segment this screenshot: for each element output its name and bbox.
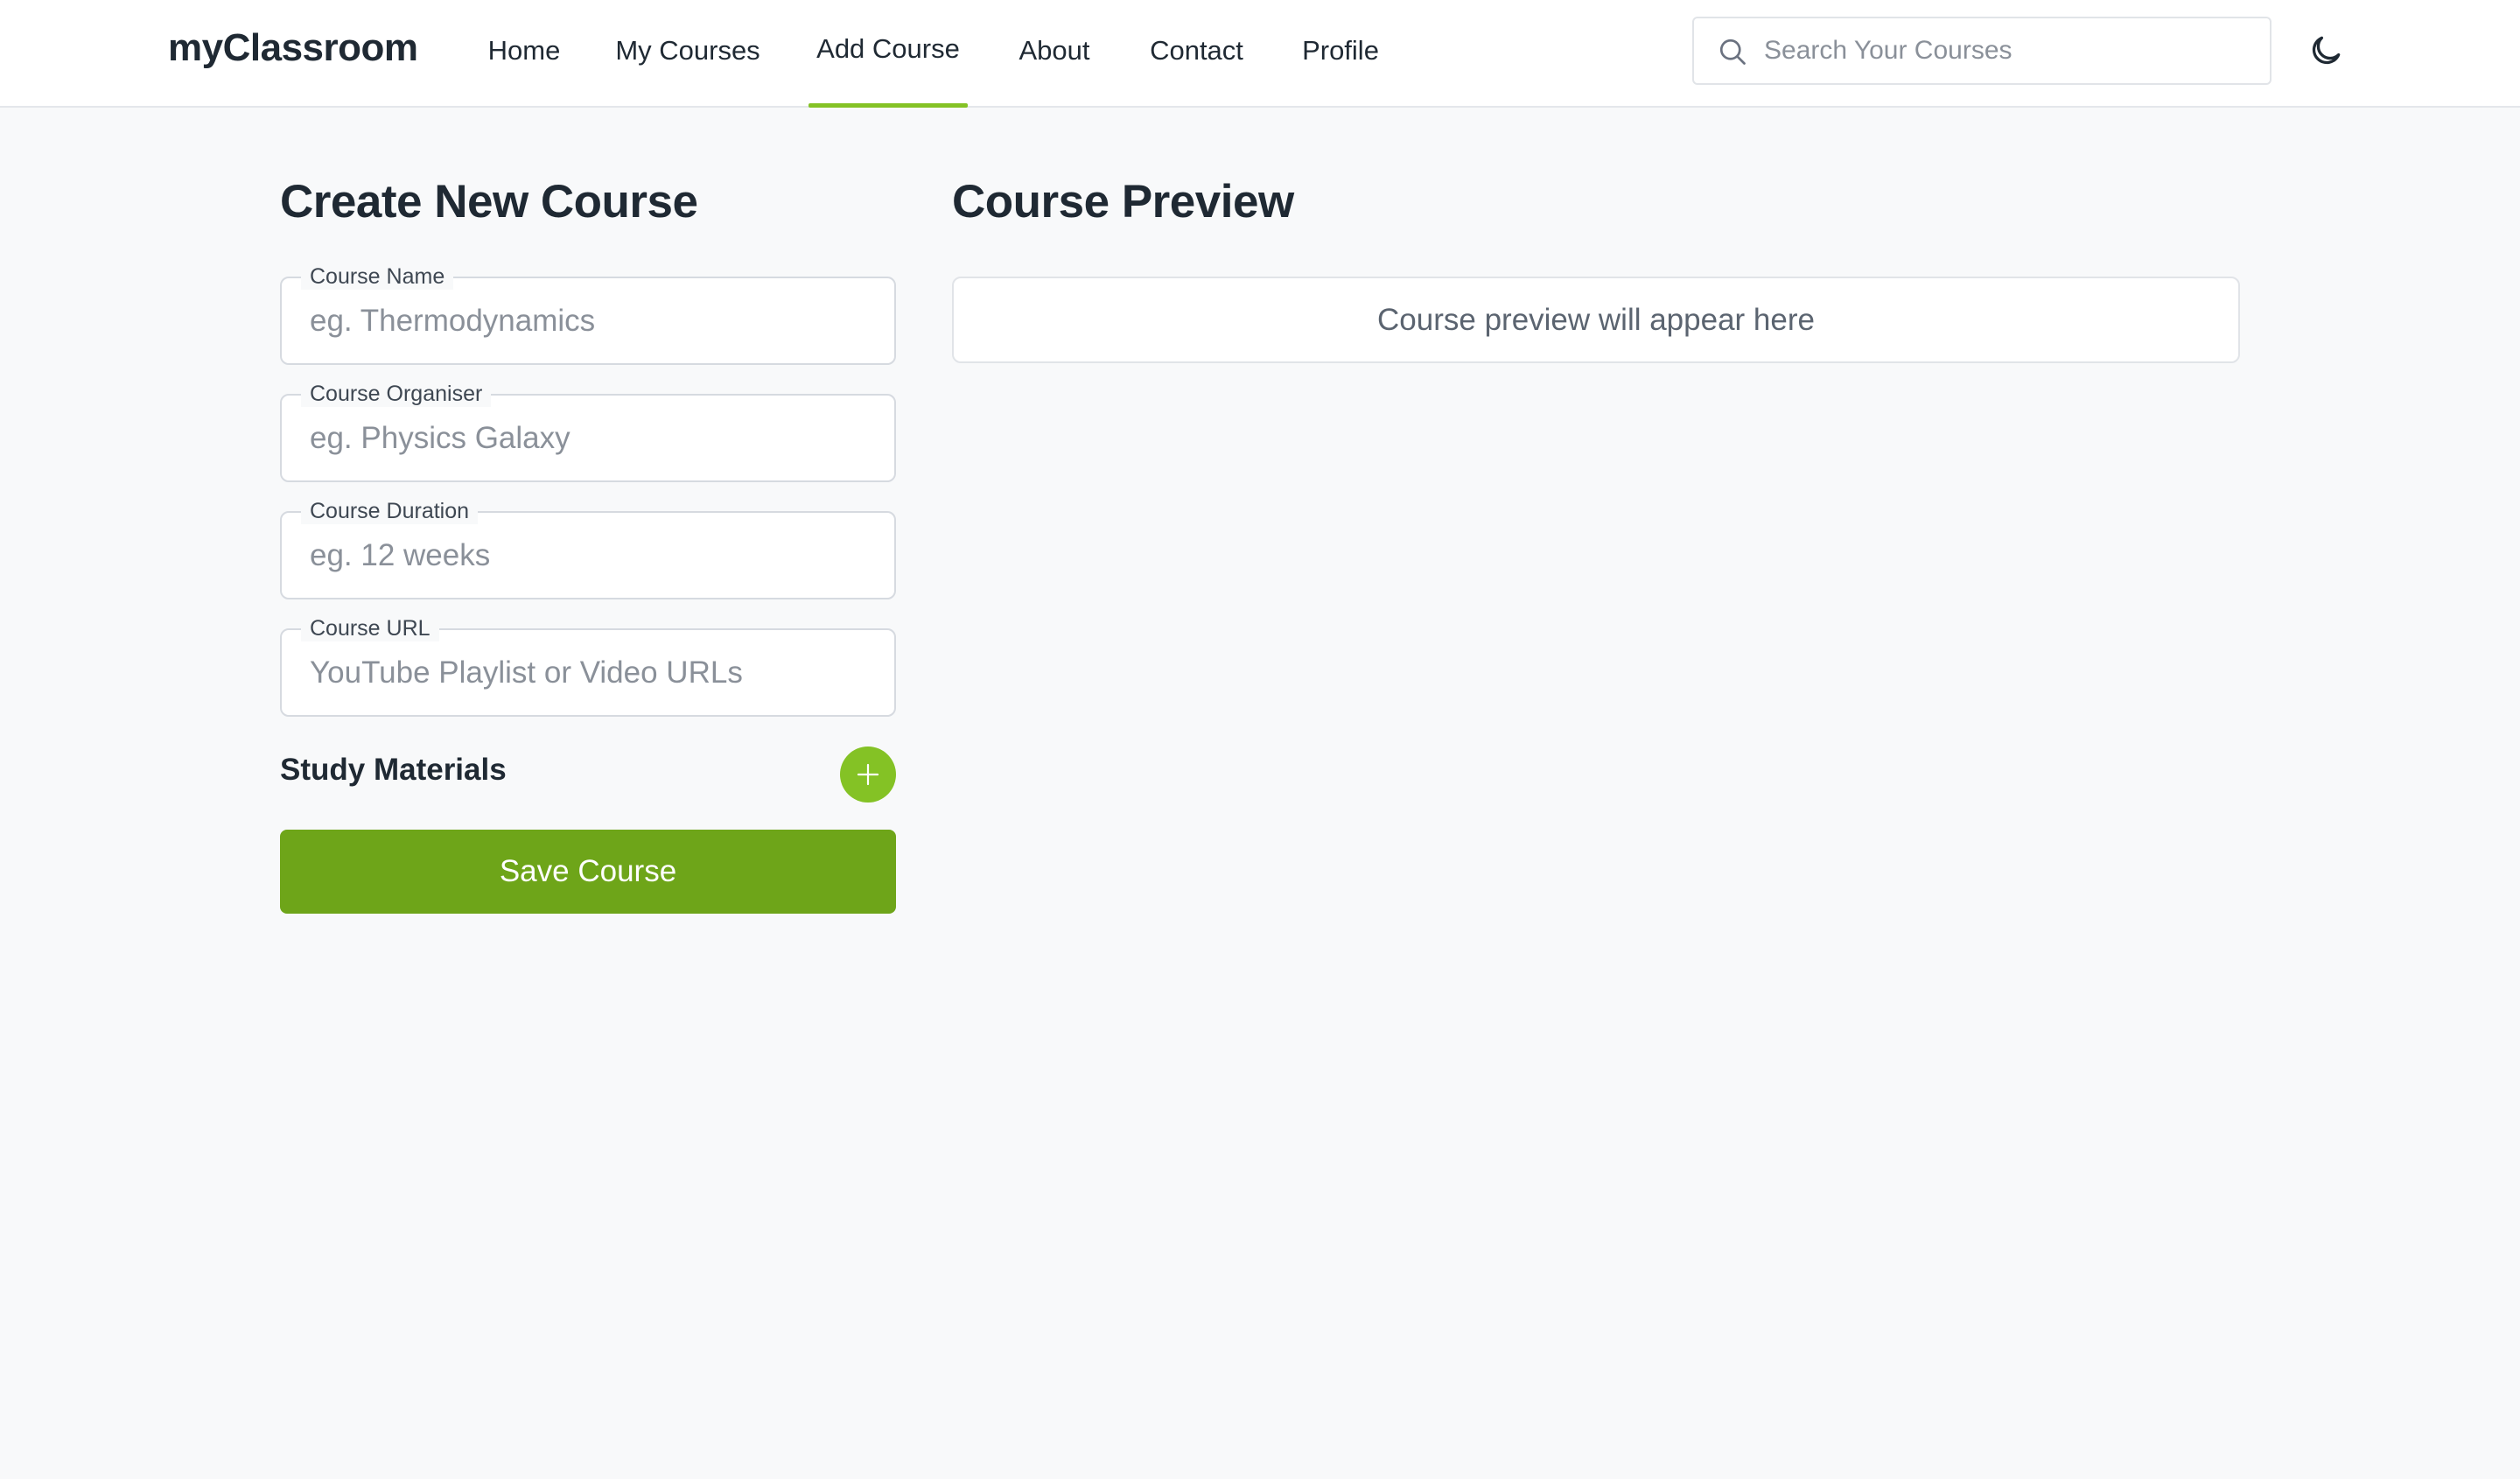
nav-my-courses[interactable]: My Courses <box>615 0 760 108</box>
course-name-input[interactable] <box>310 294 870 348</box>
course-name-label: Course Name <box>301 263 454 290</box>
study-materials-heading: Study Materials <box>280 753 507 787</box>
add-study-material-button[interactable] <box>840 747 896 803</box>
theme-toggle-button[interactable] <box>2306 32 2345 70</box>
course-url-input[interactable] <box>310 646 870 700</box>
brand-logo[interactable]: myClassroom <box>168 26 418 70</box>
course-duration-label: Course Duration <box>301 498 479 524</box>
nav-profile[interactable]: Profile <box>1301 0 1380 108</box>
top-navbar: myClassroom Home My Courses Add Course A… <box>0 0 2520 108</box>
course-url-field[interactable]: Course URL <box>280 615 896 717</box>
nav-home[interactable]: Home <box>486 0 562 108</box>
nav-about[interactable]: About <box>1016 0 1093 108</box>
course-name-field[interactable]: Course Name <box>280 263 896 365</box>
course-organiser-field[interactable]: Course Organiser <box>280 381 896 482</box>
nav-add-course[interactable]: Add Course <box>808 0 968 108</box>
nav-contact[interactable]: Contact <box>1145 0 1248 108</box>
search-input[interactable] <box>1764 18 2254 83</box>
form-title: Create New Course <box>280 176 698 228</box>
plus-icon <box>857 763 879 786</box>
course-url-label: Course URL <box>301 615 439 641</box>
course-duration-input[interactable] <box>310 529 870 583</box>
course-preview-placeholder: Course preview will appear here <box>952 277 2240 363</box>
course-organiser-label: Course Organiser <box>301 381 492 407</box>
search-icon <box>1717 36 1748 67</box>
course-search-box[interactable] <box>1692 17 2272 85</box>
moon-icon <box>2306 36 2345 74</box>
save-course-button[interactable]: Save Course <box>280 830 896 914</box>
course-organiser-input[interactable] <box>310 411 870 466</box>
course-duration-field[interactable]: Course Duration <box>280 498 896 599</box>
preview-title: Course Preview <box>952 176 1294 228</box>
